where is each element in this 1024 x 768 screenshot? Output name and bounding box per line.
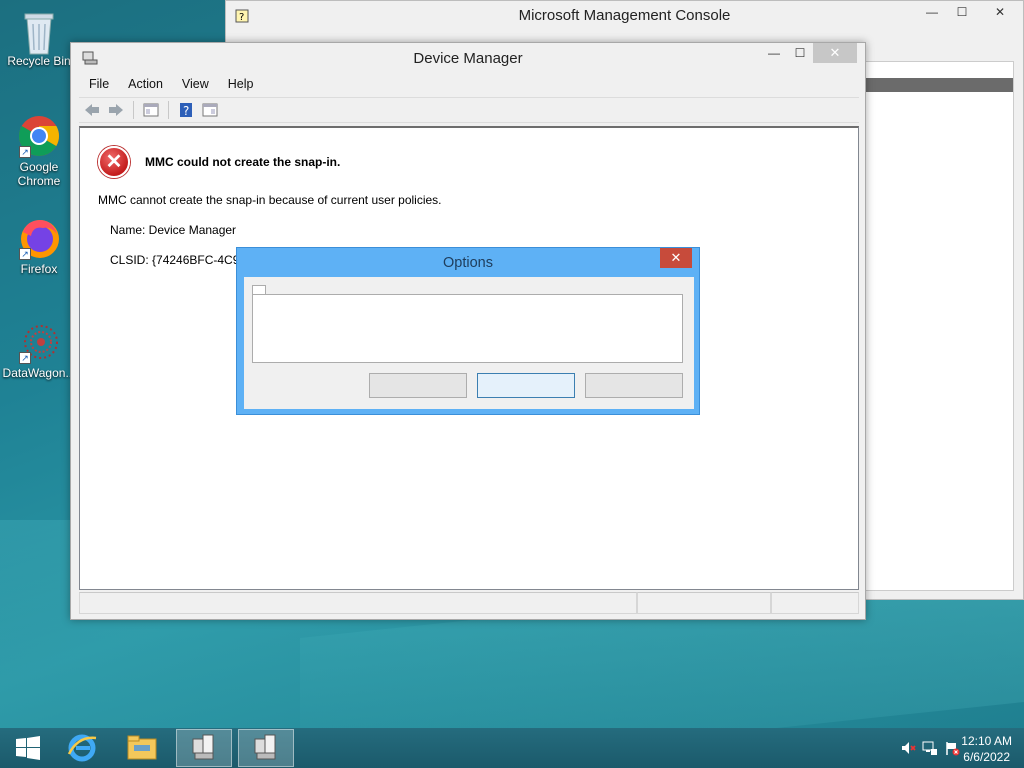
clock-time: 12:10 AM	[961, 734, 1012, 748]
action-center-flag-icon[interactable]	[944, 740, 960, 756]
internet-explorer-icon	[67, 734, 97, 762]
menu-help[interactable]: Help	[218, 75, 263, 95]
device-manager-title: Device Manager	[413, 50, 523, 67]
error-message: MMC cannot create the snap-in because of…	[98, 193, 442, 207]
minimize-button[interactable]: —	[917, 1, 947, 23]
start-button[interactable]	[0, 729, 56, 767]
options-dialog-title: Options	[443, 255, 493, 271]
network-icon[interactable]	[922, 740, 938, 756]
close-button[interactable]: ✕	[660, 248, 692, 268]
dialog-button-1[interactable]	[369, 373, 467, 398]
recycle-bin-icon	[17, 8, 61, 55]
menu-file[interactable]: File	[79, 75, 118, 95]
forward-arrow-icon[interactable]	[107, 101, 125, 119]
options-list[interactable]	[252, 294, 683, 363]
minimize-button[interactable]: —	[761, 43, 787, 63]
datawagon-icon: ↗	[17, 320, 61, 364]
firefox-icon: ↗	[17, 216, 61, 260]
mmc-app-icon	[192, 734, 214, 760]
menu-action[interactable]: Action	[118, 75, 172, 95]
device-manager-titlebar[interactable]: Device Manager — ☐ ✕	[71, 43, 865, 73]
snap-in-name: Name: Device Manager	[110, 223, 237, 237]
snap-in-clsid: CLSID: {74246BFC-4C96-	[110, 253, 251, 267]
maximize-button[interactable]: ☐	[947, 1, 977, 23]
shortcut-arrow-icon: ↗	[19, 146, 31, 158]
mmc-titlebar[interactable]: ? Microsoft Management Console — ☐ ✕	[226, 1, 1023, 31]
taskbar: 12:10 AM 6/6/2022	[0, 728, 1024, 768]
close-button[interactable]: ✕	[977, 1, 1023, 23]
dialog-button-2[interactable]	[477, 373, 575, 398]
device-manager-app-icon	[254, 734, 276, 760]
toolbar: ?	[79, 97, 859, 123]
status-cell	[637, 592, 771, 614]
options-dialog-body	[244, 277, 694, 409]
status-bar	[79, 592, 859, 614]
svg-text:?: ?	[183, 104, 189, 118]
clock-date: 6/6/2022	[963, 750, 1010, 764]
windows-logo-icon	[16, 736, 40, 760]
maximize-button[interactable]: ☐	[787, 43, 813, 63]
taskbar-device-manager-button[interactable]	[238, 729, 294, 767]
menu-view[interactable]: View	[172, 75, 218, 95]
desktop-icon-chrome[interactable]: ↗ Google Chrome	[2, 114, 76, 188]
mmc-title: Microsoft Management Console	[518, 7, 731, 24]
actions-header-bar	[865, 78, 1013, 92]
desktop-icon-label: Google Chrome	[17, 160, 61, 188]
volume-muted-icon[interactable]	[900, 740, 916, 756]
desktop-icon-label: DataWagon...	[2, 366, 76, 380]
internet-explorer-button[interactable]	[54, 729, 110, 767]
status-cell	[79, 592, 637, 614]
show-action-pane-icon[interactable]	[201, 101, 219, 119]
desktop-icon-firefox[interactable]: ↗ Firefox	[2, 216, 76, 276]
help-icon[interactable]: ?	[177, 101, 195, 119]
close-button[interactable]: ✕	[813, 43, 857, 63]
shortcut-arrow-icon: ↗	[19, 248, 31, 260]
desktop-icon-recycle-bin[interactable]: Recycle Bin	[2, 8, 76, 68]
system-tray	[900, 740, 960, 756]
menu-bar: File Action View Help	[79, 75, 263, 95]
mmc-actions-pane	[864, 61, 1014, 591]
shortcut-arrow-icon: ↗	[19, 352, 31, 364]
back-arrow-icon[interactable]	[83, 101, 101, 119]
toolbar-separator	[133, 101, 134, 119]
taskbar-mmc-button[interactable]	[176, 729, 232, 767]
error-icon: ✕	[98, 146, 130, 178]
error-title: MMC could not create the snap-in.	[145, 155, 341, 169]
folder-icon	[127, 735, 157, 760]
dialog-button-3[interactable]	[585, 373, 683, 398]
status-cell	[771, 592, 859, 614]
toolbar-separator	[168, 101, 169, 119]
clock[interactable]: 12:10 AM 6/6/2022	[961, 733, 1012, 765]
file-explorer-button[interactable]	[114, 729, 170, 767]
options-dialog[interactable]: Options ✕	[236, 247, 700, 415]
desktop-icon-label: Recycle Bin	[7, 54, 71, 68]
desktop-icon-label: Firefox	[20, 262, 58, 276]
show-hide-console-tree-icon[interactable]	[142, 101, 160, 119]
chrome-icon: ↗	[17, 114, 61, 158]
desktop-icon-datawagon[interactable]: ↗ DataWagon...	[2, 320, 76, 380]
